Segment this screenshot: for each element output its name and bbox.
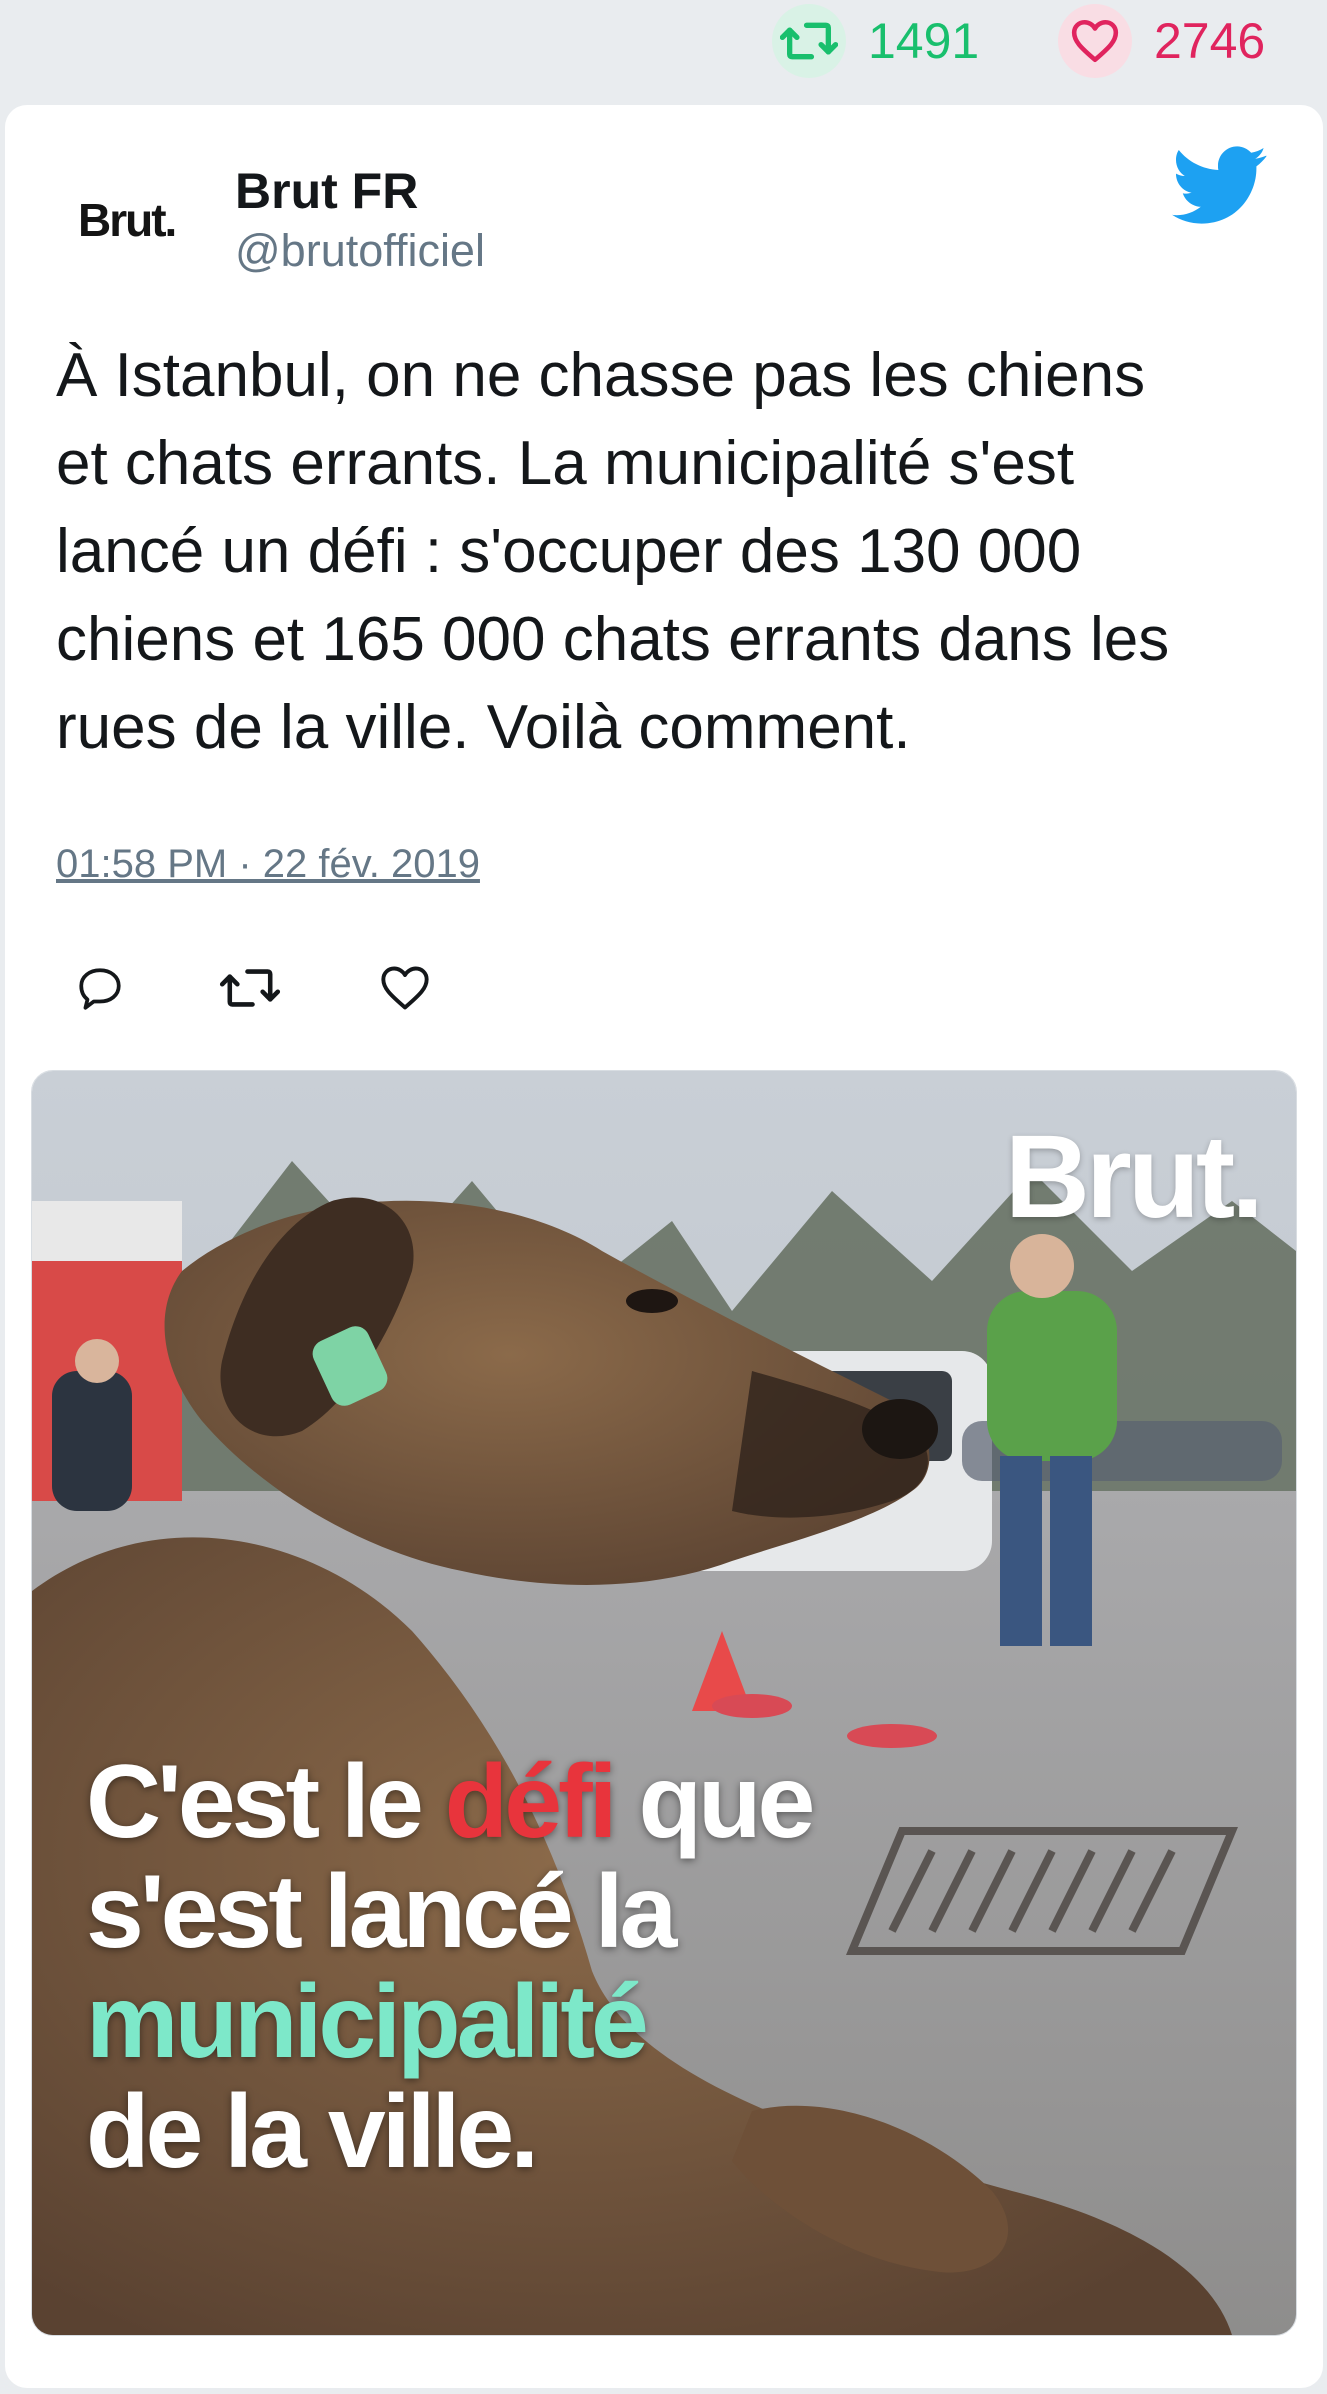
tweet-video-media[interactable]: Brut. C'est le défi que s'est lancé la m… bbox=[31, 1070, 1297, 2336]
tweet-actions bbox=[0, 950, 600, 1030]
like-count: 2746 bbox=[1154, 13, 1266, 69]
caption-line-4: de la ville. bbox=[86, 2074, 539, 2190]
heart-icon bbox=[1058, 4, 1132, 78]
author-avatar-logo[interactable]: Brut. bbox=[78, 180, 198, 260]
caption-text: C'est le bbox=[86, 1744, 445, 1860]
caption-line-1: C'est le défi que bbox=[86, 1744, 815, 1860]
tweet-timestamp-link[interactable]: 01:58 PM · 22 fév. 2019 bbox=[56, 842, 480, 887]
caption-highlight-red: défi bbox=[444, 1744, 618, 1860]
heart-icon bbox=[379, 964, 431, 1017]
twitter-bird-icon[interactable] bbox=[1172, 146, 1268, 226]
retweet-count-stat[interactable]: 1491 bbox=[772, 0, 979, 82]
retweet-icon bbox=[772, 4, 846, 78]
caption-highlight-teal: municipalité bbox=[86, 1964, 649, 2080]
like-button[interactable] bbox=[369, 950, 441, 1030]
retweet-button[interactable] bbox=[214, 950, 286, 1030]
author-name[interactable]: Brut FR bbox=[235, 162, 418, 220]
video-brand-watermark: Brut. bbox=[1004, 1111, 1264, 1243]
author-handle[interactable]: @brutofficiel bbox=[235, 225, 485, 277]
like-count-stat[interactable]: 2746 bbox=[1058, 0, 1265, 82]
reply-icon bbox=[75, 963, 125, 1018]
retweet-icon bbox=[219, 964, 281, 1017]
video-caption: C'est le défi que s'est lancé la municip… bbox=[86, 1744, 815, 2190]
caption-line-2: s'est lancé la bbox=[86, 1854, 677, 1970]
caption-text: que bbox=[613, 1744, 815, 1860]
tweet-text: À Istanbul, on ne chasse pas les chiens … bbox=[56, 341, 1170, 762]
engagement-stats: 1491 2746 bbox=[0, 0, 1327, 82]
reply-button[interactable] bbox=[64, 950, 136, 1030]
retweet-count: 1491 bbox=[868, 13, 980, 69]
